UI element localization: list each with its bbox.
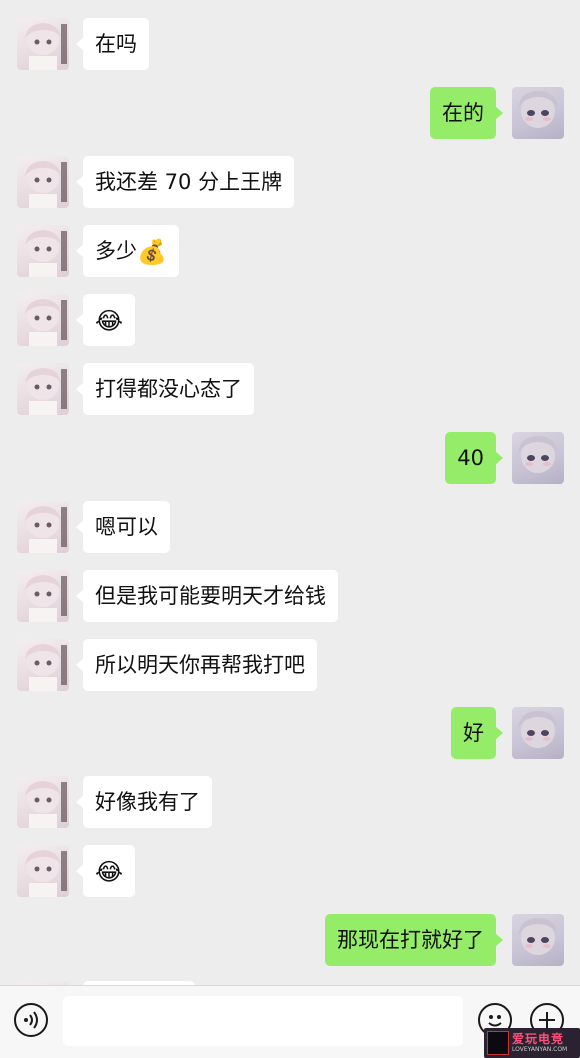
message-row: 那现在打就好了 xyxy=(0,914,580,968)
message-bubble[interactable]: 嗯可以 xyxy=(76,501,170,553)
message-text: 在吗 xyxy=(95,32,137,56)
message-text: 好像我有了 xyxy=(95,790,200,814)
watermark-text: 爱玩电竞 xyxy=(512,1032,565,1046)
watermark-subtext: LOVEYANYAN.COM xyxy=(512,1046,568,1053)
contact-avatar[interactable] xyxy=(17,294,69,346)
message-bubble[interactable]: 所以明天你再帮我打吧 xyxy=(76,639,317,691)
message-text: 所以明天你再帮我打吧 xyxy=(95,653,305,677)
message-input[interactable] xyxy=(63,996,463,1046)
message-text: 嗯可以 xyxy=(95,515,158,539)
chat-area[interactable]: 在吗 在的 我还差 70 分上王牌 多少💰 😂 打得都没心态了 40 嗯可以 但… xyxy=(0,0,580,985)
voice-icon[interactable] xyxy=(14,1003,48,1037)
message-text: 我还差 70 分上王牌 xyxy=(95,170,283,194)
message-text: 打得都没心态了 xyxy=(95,377,242,401)
contact-avatar[interactable] xyxy=(17,18,69,70)
contact-avatar[interactable] xyxy=(17,570,69,622)
message-text: 但是我可能要明天才给钱 xyxy=(95,584,326,608)
message-text: 多少 xyxy=(95,239,137,263)
watermark-badge-icon xyxy=(487,1031,509,1055)
message-row: 所以明天你再帮我打吧 xyxy=(0,639,580,693)
contact-avatar[interactable] xyxy=(17,501,69,553)
contact-avatar[interactable] xyxy=(17,156,69,208)
message-bubble[interactable]: 打得都没心态了 xyxy=(76,363,254,415)
message-bubble[interactable]: 在的 xyxy=(430,87,503,139)
message-bubble[interactable]: 😂 xyxy=(75,294,136,346)
message-bubble[interactable]: 😂 xyxy=(75,845,136,897)
message-text: 那现在打就好了 xyxy=(337,928,484,952)
contact-avatar[interactable] xyxy=(17,845,69,897)
message-bubble[interactable]: 好 xyxy=(451,707,503,759)
money-bag-icon: 💰 xyxy=(137,238,167,266)
message-row: 好 xyxy=(0,707,580,761)
message-text: 好 xyxy=(463,721,484,745)
message-bubble[interactable]: 多少💰 xyxy=(76,225,179,277)
user-avatar[interactable] xyxy=(512,87,564,139)
message-bubble[interactable]: 好像我有了 xyxy=(76,776,212,828)
message-row: 多少💰 xyxy=(0,225,580,279)
message-row: 40 xyxy=(0,432,580,486)
message-bubble[interactable]: 那现在打就好了 xyxy=(325,914,503,966)
message-text: 在的 xyxy=(442,101,484,125)
message-bubble[interactable]: 在吗 xyxy=(76,18,149,70)
user-avatar[interactable] xyxy=(512,914,564,966)
message-row: 嗯可以 xyxy=(0,501,580,555)
tears-of-joy-icon: 😂 xyxy=(95,307,124,335)
message-text: 40 xyxy=(457,446,484,470)
contact-avatar[interactable] xyxy=(17,363,69,415)
message-row: 我还差 70 分上王牌 xyxy=(0,156,580,210)
message-bubble[interactable]: 40 xyxy=(445,432,503,484)
watermark-logo: 爱玩电竞 LOVEYANYAN.COM xyxy=(484,1028,580,1058)
message-bubble[interactable]: 但是我可能要明天才给钱 xyxy=(76,570,338,622)
message-bubble[interactable]: 我还差 70 分上王牌 xyxy=(75,156,295,208)
message-row: 好像我有了 xyxy=(0,776,580,830)
message-row: 😂 xyxy=(0,294,580,348)
message-row: 😂 xyxy=(0,845,580,899)
contact-avatar[interactable] xyxy=(17,225,69,277)
message-row: 打得都没心态了 xyxy=(0,363,580,417)
message-row: 在的 xyxy=(0,87,580,141)
message-row: 在吗 xyxy=(0,18,580,72)
user-avatar[interactable] xyxy=(512,707,564,759)
message-row: 但是我可能要明天才给钱 xyxy=(0,570,580,624)
user-avatar[interactable] xyxy=(512,432,564,484)
contact-avatar[interactable] xyxy=(17,639,69,691)
tears-of-joy-icon: 😂 xyxy=(95,858,124,886)
contact-avatar[interactable] xyxy=(17,776,69,828)
